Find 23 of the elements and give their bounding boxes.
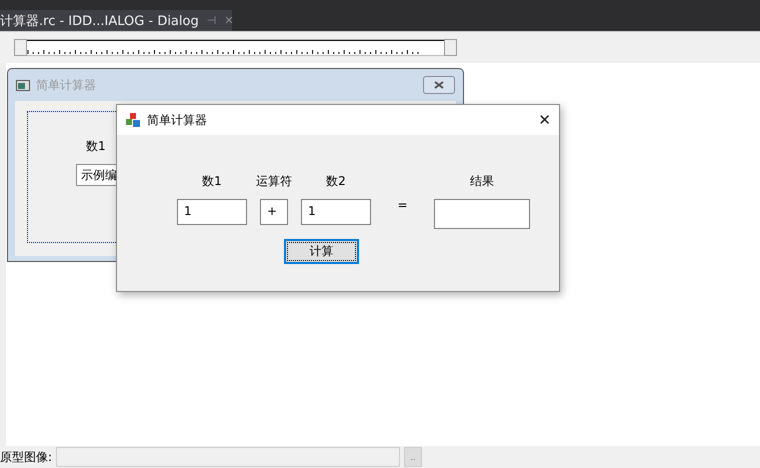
result-field[interactable] xyxy=(434,199,530,229)
input-field[interactable]: 1 xyxy=(301,199,371,225)
equals-sign: = xyxy=(397,198,408,212)
window-title: 简单计算器 xyxy=(147,112,208,128)
calculate-button[interactable]: 计算 xyxy=(284,239,359,264)
close-icon xyxy=(434,81,444,89)
close-button[interactable]: ✕ xyxy=(538,111,551,129)
document-tab[interactable]: 计算器.rc - IDD...IALOG - Dialog ⊣ ✕ xyxy=(0,10,232,31)
window-title: 简单计算器 xyxy=(36,76,97,94)
field-label: 运算符 xyxy=(256,173,292,190)
field-label: 数1 xyxy=(202,173,222,190)
field-label: 结果 xyxy=(470,173,494,190)
close-button[interactable] xyxy=(423,76,455,94)
field-label: 原型图像: xyxy=(0,448,52,466)
browse-button[interactable]: .. xyxy=(404,447,422,467)
input-field[interactable]: 1 xyxy=(177,199,247,225)
field-label: 数2 xyxy=(326,173,346,190)
ruler[interactable] xyxy=(14,39,457,56)
input-field[interactable] xyxy=(56,447,400,467)
field-label: 数1 xyxy=(86,138,106,155)
blocks-icon xyxy=(125,112,141,128)
operator-field[interactable]: + xyxy=(260,199,288,225)
window-icon xyxy=(16,80,30,90)
